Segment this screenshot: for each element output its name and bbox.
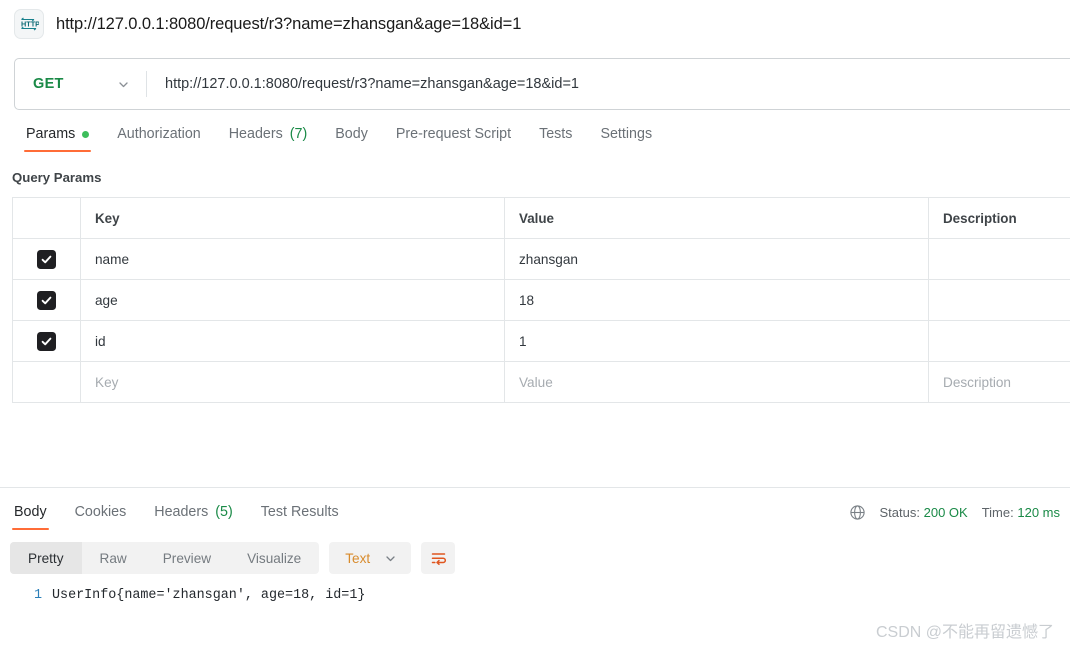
- row-key[interactable]: name: [81, 239, 505, 279]
- page-title: http://127.0.0.1:8080/request/r3?name=zh…: [56, 15, 521, 34]
- row-value[interactable]: zhansgan: [505, 239, 929, 279]
- header-checkbox-cell: [13, 198, 81, 238]
- line-number: 1: [0, 588, 52, 603]
- tab-tests-label: Tests: [539, 126, 572, 142]
- tab-authorization-label: Authorization: [117, 126, 200, 142]
- table-row: id 1: [13, 321, 1070, 362]
- response-meta: Status: 200 OK Time: 120 ms: [849, 504, 1060, 521]
- time-value: 120 ms: [1017, 505, 1060, 520]
- status-label: Status:: [880, 505, 920, 520]
- response-tab-test-results-label: Test Results: [261, 504, 339, 520]
- query-params-title: Query Params: [0, 152, 1070, 185]
- response-tab-test-results[interactable]: Test Results: [247, 504, 353, 530]
- response-tab-headers[interactable]: Headers (5): [140, 504, 247, 530]
- view-mode-preview[interactable]: Preview: [145, 542, 229, 574]
- tab-tests[interactable]: Tests: [525, 126, 586, 152]
- row-description[interactable]: [929, 321, 1070, 361]
- chevron-down-icon: [117, 78, 130, 91]
- format-select[interactable]: Text: [329, 542, 411, 574]
- tab-params-label: Params: [26, 126, 75, 142]
- tab-body-label: Body: [335, 126, 368, 142]
- response-tab-cookies-label: Cookies: [75, 504, 127, 520]
- row-checkbox-cell: [13, 321, 81, 361]
- column-header-key: Key: [81, 198, 505, 238]
- response-tab-cookies[interactable]: Cookies: [61, 504, 141, 530]
- row-value[interactable]: 18: [505, 280, 929, 320]
- tab-headers-count: (7): [290, 126, 307, 142]
- row-description[interactable]: [929, 239, 1070, 279]
- row-key[interactable]: age: [81, 280, 505, 320]
- view-mode-group: Pretty Raw Preview Visualize: [10, 542, 319, 574]
- params-modified-dot-icon: [82, 131, 89, 138]
- column-header-description: Description: [929, 198, 1070, 238]
- row-checkbox-cell: [13, 280, 81, 320]
- request-title-bar: HTTP http://127.0.0.1:8080/request/r3?na…: [0, 0, 1070, 48]
- code-line[interactable]: UserInfo{name='zhansgan', age=18, id=1}: [52, 588, 365, 603]
- globe-icon: [849, 504, 866, 521]
- view-mode-raw[interactable]: Raw: [82, 542, 145, 574]
- response-code-area: 1 UserInfo{name='zhansgan', age=18, id=1…: [0, 574, 1070, 603]
- status-badge: Status: 200 OK: [880, 505, 968, 520]
- new-value-input[interactable]: Value: [505, 362, 929, 402]
- request-tabs: Params Authorization Headers (7) Body Pr…: [0, 110, 1070, 152]
- response-tab-headers-count: (5): [215, 504, 232, 520]
- column-header-value: Value: [505, 198, 929, 238]
- format-label: Text: [345, 551, 370, 566]
- checkbox-icon[interactable]: [37, 250, 56, 269]
- query-params-table: Key Value Description name zhansgan age …: [12, 197, 1070, 403]
- new-description-input[interactable]: Description: [929, 362, 1070, 402]
- new-key-input[interactable]: Key: [81, 362, 505, 402]
- response-tab-body-label: Body: [14, 504, 47, 520]
- url-input[interactable]: http://127.0.0.1:8080/request/r3?name=zh…: [147, 59, 1070, 109]
- view-mode-pretty[interactable]: Pretty: [10, 542, 82, 574]
- method-label: GET: [33, 76, 64, 92]
- tab-settings[interactable]: Settings: [586, 126, 666, 152]
- word-wrap-icon[interactable]: [421, 542, 455, 574]
- table-row: name zhansgan: [13, 239, 1070, 280]
- tab-body[interactable]: Body: [321, 126, 382, 152]
- row-value[interactable]: 1: [505, 321, 929, 361]
- tab-headers[interactable]: Headers (7): [215, 126, 322, 152]
- time-label: Time:: [982, 505, 1014, 520]
- view-mode-visualize[interactable]: Visualize: [229, 542, 319, 574]
- empty-checkbox-cell: [13, 362, 81, 402]
- tab-params[interactable]: Params: [12, 126, 103, 152]
- tab-pre-request-script[interactable]: Pre-request Script: [382, 126, 525, 152]
- tab-authorization[interactable]: Authorization: [103, 126, 214, 152]
- url-bar-container: GET http://127.0.0.1:8080/request/r3?nam…: [0, 48, 1070, 110]
- response-body-toolbar: Pretty Raw Preview Visualize Text: [0, 530, 1070, 574]
- url-bar: GET http://127.0.0.1:8080/request/r3?nam…: [14, 58, 1070, 110]
- table-header-row: Key Value Description: [13, 198, 1070, 239]
- row-description[interactable]: [929, 280, 1070, 320]
- http-protocol-icon: HTTP: [14, 9, 44, 39]
- chevron-down-icon: [384, 552, 397, 565]
- response-tabs-left: Body Cookies Headers (5) Test Results: [0, 504, 353, 530]
- table-row: age 18: [13, 280, 1070, 321]
- response-tab-body[interactable]: Body: [0, 504, 61, 530]
- time-badge: Time: 120 ms: [982, 505, 1060, 520]
- row-checkbox-cell: [13, 239, 81, 279]
- watermark: CSDN @不能再留遗憾了: [876, 618, 1054, 642]
- svg-text:HTTP: HTTP: [21, 20, 39, 29]
- status-value: 200 OK: [924, 505, 968, 520]
- response-tabs: Body Cookies Headers (5) Test Results St…: [0, 488, 1070, 530]
- row-key[interactable]: id: [81, 321, 505, 361]
- checkbox-icon[interactable]: [37, 291, 56, 310]
- tab-pre-request-script-label: Pre-request Script: [396, 126, 511, 142]
- tab-settings-label: Settings: [600, 126, 652, 142]
- response-tab-headers-label: Headers: [154, 504, 208, 520]
- table-row-empty: Key Value Description: [13, 362, 1070, 403]
- tab-headers-label: Headers: [229, 126, 283, 142]
- checkbox-icon[interactable]: [37, 332, 56, 351]
- method-select[interactable]: GET: [15, 59, 146, 109]
